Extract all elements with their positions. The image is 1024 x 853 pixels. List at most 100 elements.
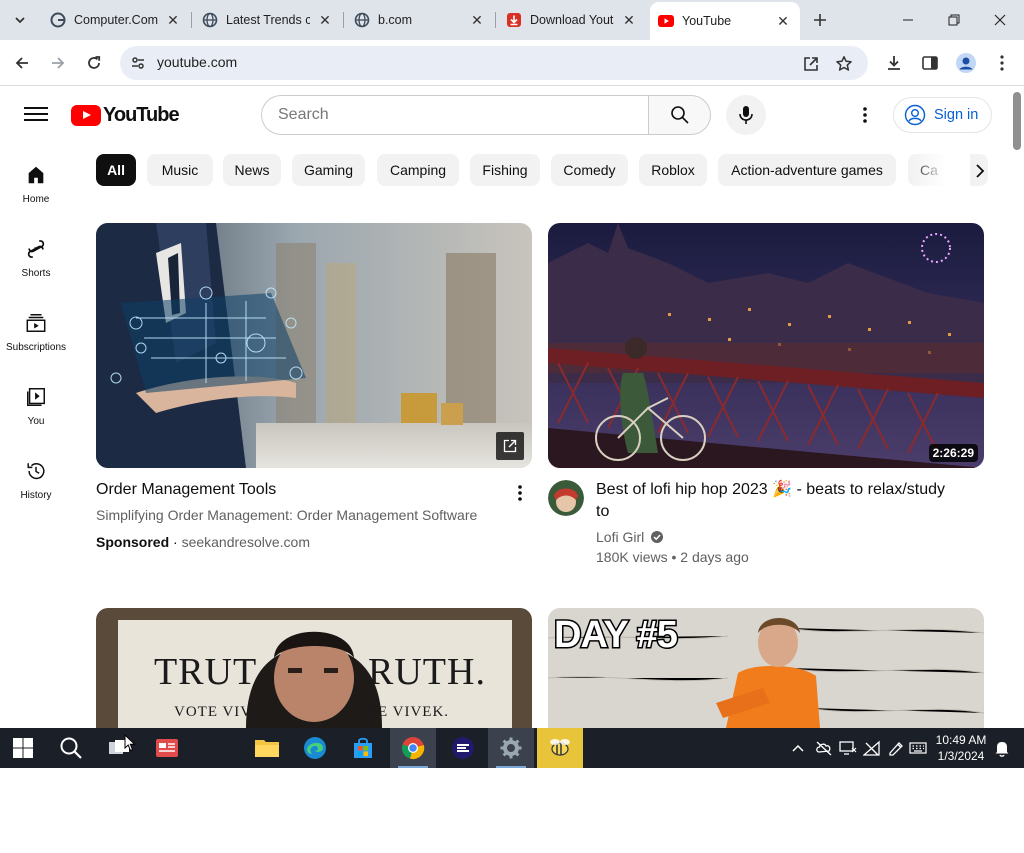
downloads-icon[interactable] [883,52,905,74]
youtube-logo-text: YouTube [103,104,180,126]
sidebar-item-home[interactable]: Home [0,150,72,224]
task-view-button[interactable] [96,728,142,768]
browser-tab-strip: Computer.Com ✕ Latest Trends c ✕ b.com ✕… [0,0,1024,40]
reload-button[interactable] [80,49,108,77]
taskbar-search-button[interactable] [48,728,94,768]
home-icon [28,166,44,184]
restore-button[interactable] [932,4,976,36]
settings-menu-button[interactable] [853,103,877,127]
ad-title[interactable]: Order Management Tools [96,479,496,501]
start-button[interactable] [0,728,46,768]
restore-icon [948,14,960,26]
browser-tab[interactable]: Download Yout ✕ [498,6,646,34]
profile-icon[interactable] [955,52,977,74]
taskbar-app-recorder[interactable] [537,728,583,768]
taskbar-clock[interactable]: 10:49 AM 1/3/2024 [928,732,994,764]
bookmark-star-icon[interactable] [833,53,855,75]
youtube-masthead: YouTube Sign in [0,87,1010,143]
tray-pen-icon[interactable] [886,738,906,758]
globe-g-icon [50,12,66,28]
ad-thumbnail[interactable] [96,223,532,468]
browser-menu-icon[interactable] [991,52,1013,74]
page-scrollbar-thumb[interactable] [1013,92,1021,150]
channel-avatar[interactable] [548,480,584,516]
side-panel-icon[interactable] [919,52,941,74]
youtube-logo[interactable]: YouTube [71,104,180,127]
chip-comedy[interactable]: Comedy [551,154,628,186]
taskbar-app-edge[interactable] [292,728,338,768]
sidebar-item-label: Shorts [21,268,51,279]
ad-card[interactable]: Order Management Tools Simplifying Order… [96,223,532,563]
channel-name[interactable]: Lofi Girl [596,527,644,547]
video-card[interactable]: DAY #5 [548,608,984,728]
address-bar[interactable]: youtube.com [120,46,868,80]
page-scrollbar-track[interactable] [1010,87,1024,728]
tray-display-icon[interactable] [838,738,858,758]
chip-music[interactable]: Music [147,154,213,186]
search-input[interactable] [262,96,649,134]
chip-roblox[interactable]: Roblox [639,154,707,186]
guide-menu-button[interactable] [22,103,50,127]
chip-camping[interactable]: Camping [377,154,459,186]
video-card[interactable]: TRUT RUTH. VOTE VIVI OTE VIVEK. [96,608,532,728]
video-title[interactable]: Best of lofi hip hop 2023 🎉 - beats to r… [596,479,976,523]
close-window-button[interactable] [978,4,1022,36]
site-info-icon[interactable] [130,55,146,71]
close-tab-icon[interactable]: ✕ [316,11,334,29]
browser-tab[interactable]: Computer.Com ✕ [42,6,190,34]
external-link-icon[interactable] [496,432,524,460]
sign-in-button[interactable]: Sign in [893,97,992,133]
sidebar-item-shorts[interactable]: Shorts [0,224,72,298]
video-thumbnail[interactable]: 2:26:29 [548,223,984,468]
taskbar-app-news[interactable] [144,728,190,768]
video-card[interactable]: 2:26:29 Best of lofi hip hop 2023 🎉 - be… [548,223,984,568]
voice-search-button[interactable] [726,95,766,135]
tab-title: Computer.Com [74,13,158,27]
new-tab-button[interactable] [808,8,832,32]
taskbar-app-pinned[interactable] [440,728,486,768]
tray-keyboard-icon[interactable] [908,738,928,758]
tab-search-button[interactable] [6,7,34,33]
back-button[interactable] [8,49,36,77]
tab-title: Download Yout [530,13,614,27]
close-tab-icon[interactable]: ✕ [774,12,792,30]
chip-gaming[interactable]: Gaming [292,154,365,186]
sidebar-item-history[interactable]: History [0,446,72,520]
taskbar-app-store[interactable] [340,728,386,768]
sidebar-item-subscriptions[interactable]: Subscriptions [0,298,72,372]
open-in-app-icon[interactable] [800,53,822,75]
show-hidden-icons-chevron[interactable] [788,738,808,758]
tray-network-icon[interactable] [862,738,882,758]
sidebar-item-you[interactable]: You [0,372,72,446]
close-tab-icon[interactable]: ✕ [620,11,638,29]
reload-icon [88,56,101,69]
taskbar-app-settings[interactable] [488,728,534,768]
bee-app-icon [550,739,570,756]
browser-tab[interactable]: b.com ✕ [346,6,494,34]
taskbar-app-file-explorer[interactable] [244,728,290,768]
verified-badge-icon [651,531,664,543]
download-app-icon [506,12,522,28]
tray-cloud-icon[interactable] [814,738,834,758]
ad-more-button[interactable] [508,481,532,505]
close-tab-icon[interactable]: ✕ [468,11,486,29]
chip-all[interactable]: All [96,154,136,186]
chip-bar-fade [910,154,970,188]
notification-bell-icon[interactable] [992,738,1012,758]
close-tab-icon[interactable]: ✕ [164,11,182,29]
chip-fishing[interactable]: Fishing [470,154,540,186]
taskbar-app-chrome[interactable] [390,728,436,768]
chip-news[interactable]: News [223,154,281,186]
chip-action-adventure-games[interactable]: Action-adventure games [718,154,896,186]
browser-tab[interactable]: Latest Trends c ✕ [194,6,342,34]
search-button[interactable] [648,95,711,135]
minimize-button[interactable] [886,4,930,36]
chip-next-button[interactable] [966,157,994,185]
store-icon [354,737,372,758]
ad-sponsor-line: Sponsored · seekandresolve.com [96,532,516,552]
ad-domain[interactable]: seekandresolve.com [182,534,310,550]
browser-tab-active[interactable]: YouTube ✕ [650,2,800,40]
thumb-text: DAY #5 [553,613,680,658]
more-vertical-icon [518,485,522,501]
forward-button[interactable] [44,49,72,77]
